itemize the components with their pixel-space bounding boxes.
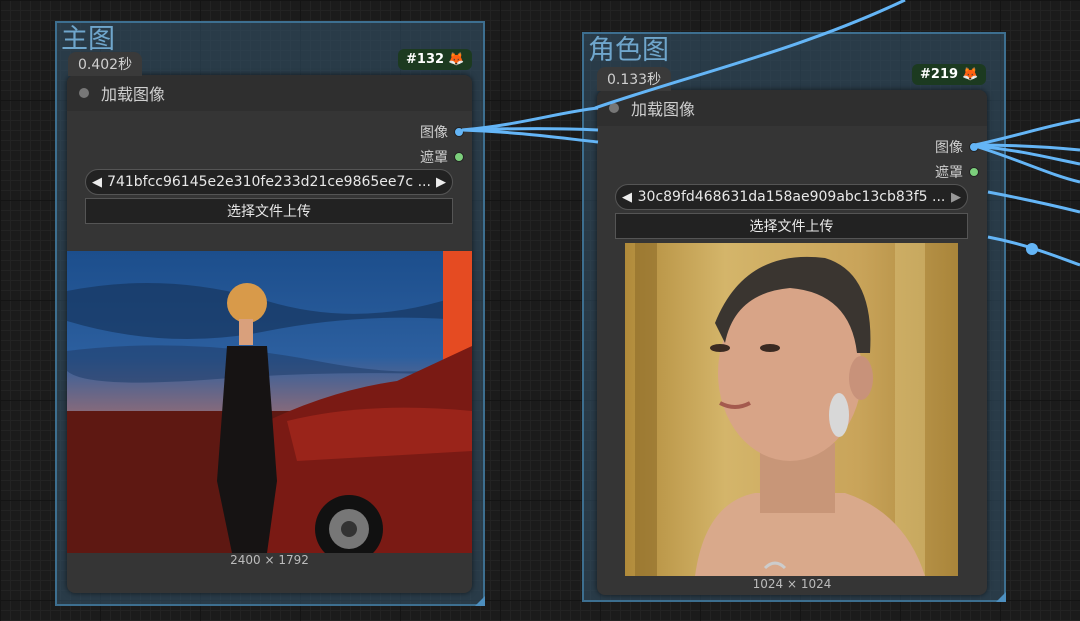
load-image-node-role[interactable]: 加载图像 图像 遮罩 ◀ 30c89fd468631da158ae909abc1… — [597, 90, 987, 595]
output-image[interactable]: 图像 — [420, 122, 464, 142]
output-port-image[interactable] — [969, 142, 979, 152]
image-combo[interactable]: ◀ 741bfcc96145e2e310fe233d21ce9865ee7c .… — [85, 169, 453, 195]
arrow-right-icon[interactable]: ▶ — [951, 190, 961, 205]
upload-button[interactable]: 选择文件上传 — [615, 213, 968, 239]
collapse-toggle[interactable] — [79, 88, 89, 98]
node-id-badge: #219 🦊 — [912, 64, 987, 85]
output-port-image[interactable] — [454, 127, 464, 137]
execution-time-badge: 0.402秒 — [68, 52, 143, 76]
output-label: 图像 — [420, 125, 448, 141]
node-header[interactable]: 加载图像 — [67, 75, 472, 111]
execution-time-badge: 0.133秒 — [597, 67, 672, 91]
arrow-right-icon[interactable]: ▶ — [436, 175, 446, 190]
output-mask[interactable]: 遮罩 — [420, 147, 464, 167]
group-resize-handle[interactable] — [475, 596, 485, 606]
collapse-toggle[interactable] — [609, 103, 619, 113]
preview-image-woman-car — [67, 251, 472, 553]
fox-icon: 🦊 — [962, 67, 979, 82]
arrow-left-icon[interactable]: ◀ — [92, 175, 102, 190]
output-image[interactable]: 图像 — [935, 137, 979, 157]
image-combo[interactable]: ◀ 30c89fd468631da158ae909abc13cb83f5 ...… — [615, 184, 968, 210]
output-label: 图像 — [935, 140, 963, 156]
node-title: 加载图像 — [101, 85, 166, 104]
node-id-text: #132 — [406, 52, 445, 67]
image-dimensions: 2400 × 1792 — [230, 553, 309, 567]
image-dimensions: 1024 × 1024 — [752, 577, 832, 591]
output-mask[interactable]: 遮罩 — [935, 162, 979, 182]
image-preview — [625, 243, 958, 576]
fox-icon: 🦊 — [448, 52, 465, 67]
output-label: 遮罩 — [935, 165, 963, 181]
arrow-left-icon[interactable]: ◀ — [622, 190, 632, 205]
combo-value: 30c89fd468631da158ae909abc13cb83f5 ... — [637, 189, 946, 205]
group-resize-handle[interactable] — [996, 592, 1006, 602]
output-label: 遮罩 — [420, 150, 448, 166]
load-image-node-main[interactable]: 加载图像 图像 遮罩 ◀ 741bfcc96145e2e310fe233d21c… — [67, 75, 472, 593]
node-title: 加载图像 — [631, 100, 696, 119]
upload-button[interactable]: 选择文件上传 — [85, 198, 453, 224]
combo-value: 741bfcc96145e2e310fe233d21ce9865ee7c ... — [107, 174, 431, 190]
preview-image-portrait — [625, 243, 958, 576]
output-port-mask[interactable] — [454, 152, 464, 162]
link-reroute-dot — [1026, 243, 1038, 255]
output-port-mask[interactable] — [969, 167, 979, 177]
image-preview — [67, 251, 472, 553]
node-header[interactable]: 加载图像 — [597, 90, 987, 126]
group-title: 角色图 — [588, 35, 669, 66]
node-id-text: #219 — [920, 67, 959, 82]
node-id-badge: #132 🦊 — [398, 49, 473, 70]
